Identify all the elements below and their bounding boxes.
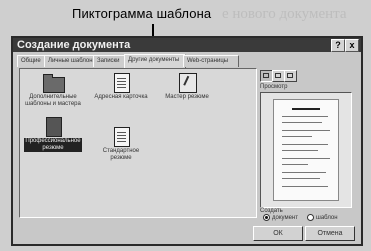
cancel-button[interactable]: Отмена xyxy=(305,226,355,241)
help-button[interactable]: ? xyxy=(331,39,345,52)
template-list: Дополнительные шаблоны и мастера Адресна… xyxy=(19,68,257,218)
radio-document-indicator[interactable] xyxy=(263,214,270,221)
dialog-titlebar: Создание документа ? x xyxy=(13,38,361,52)
preview-page-thumbnail xyxy=(273,99,339,201)
document-icon xyxy=(42,117,64,137)
ok-button[interactable]: ОК xyxy=(253,226,303,241)
dialog-title: Создание документа xyxy=(17,39,131,51)
tab-memos[interactable]: Записки xyxy=(93,55,127,67)
tab-other-documents[interactable]: Другие документы xyxy=(124,54,186,68)
radio-template-indicator[interactable] xyxy=(307,214,314,221)
template-item[interactable]: Дополнительные шаблоны и мастера xyxy=(24,73,82,108)
tab-personal-templates[interactable]: Личные шаблоны xyxy=(44,55,96,67)
tab-web-pages[interactable]: Web-страницы xyxy=(183,55,239,67)
preview-label: Просмотр xyxy=(260,84,288,90)
tab-strip: Общие Личные шаблоны Записки Другие доку… xyxy=(17,54,357,68)
template-item[interactable]: Адресная карточка xyxy=(92,73,150,101)
details-view-button[interactable] xyxy=(284,70,297,82)
preview-pane xyxy=(260,92,352,208)
radio-template[interactable]: шаблон xyxy=(307,214,338,221)
template-item-label: Профессиональное резюме xyxy=(24,138,82,152)
template-item-selected[interactable]: Профессиональное резюме xyxy=(24,117,82,152)
template-item-label: Дополнительные шаблоны и мастера xyxy=(25,94,81,107)
template-item-label: Мастер резюме xyxy=(165,94,209,100)
folder-icon xyxy=(42,73,65,93)
close-button[interactable]: x xyxy=(345,39,359,52)
create-document-dialog: Создание документа ? x Общие Личные шабл… xyxy=(11,36,363,246)
template-item[interactable]: Мастер резюме xyxy=(158,73,216,101)
template-item-label: Адресная карточка xyxy=(94,94,148,100)
template-item[interactable]: Стандартное резюме xyxy=(92,127,150,162)
callout-label: Пиктограмма шаблона xyxy=(72,6,212,21)
radio-template-label: шаблон xyxy=(316,215,338,222)
tab-general[interactable]: Общие xyxy=(17,55,47,67)
document-icon xyxy=(110,127,132,147)
radio-document[interactable]: документ xyxy=(263,214,298,221)
wizard-icon xyxy=(176,73,198,93)
background-heading-text: е нового документа xyxy=(222,6,347,22)
template-item-label: Стандартное резюме xyxy=(102,148,140,161)
radio-document-label: документ xyxy=(272,215,298,222)
document-icon xyxy=(110,73,132,93)
